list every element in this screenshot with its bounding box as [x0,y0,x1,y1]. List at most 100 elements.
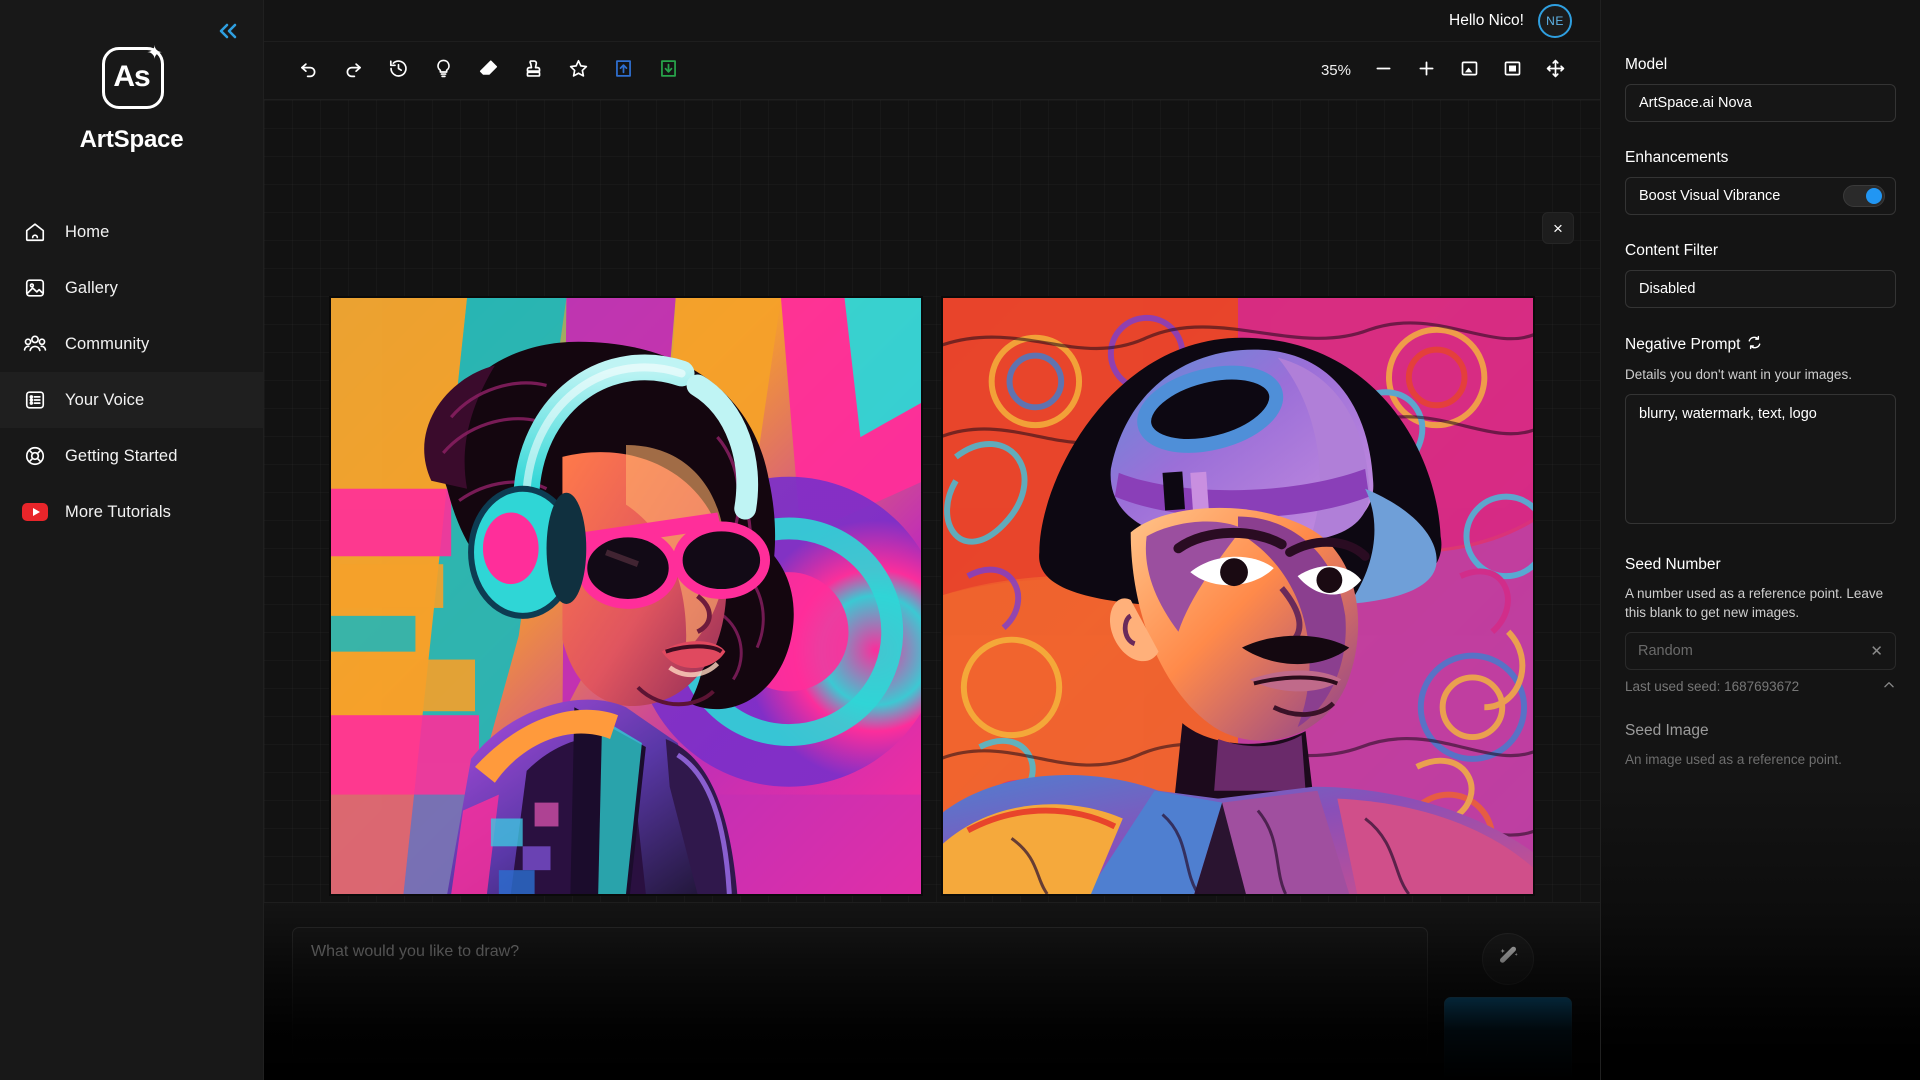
history-button[interactable] [382,54,415,87]
close-canvas-button[interactable]: × [1542,212,1574,244]
users-icon [22,331,48,357]
seed-number-placeholder: Random [1638,643,1693,660]
prompt-input[interactable] [292,927,1428,1059]
sidebar: As ✦ ArtSpace Home Gallery Community You… [0,0,264,1080]
clear-seed-icon[interactable]: ✕ [1870,642,1883,660]
magic-wand-icon [1496,945,1520,974]
sidebar-item-community[interactable]: Community [0,316,263,372]
boost-vibrance-toggle[interactable] [1843,185,1885,207]
redo-icon [343,58,364,84]
seed-image-label: Seed Image [1625,722,1709,740]
model-select[interactable]: ArtSpace.ai Nova [1625,84,1896,122]
canvas-area[interactable]: × [264,100,1600,1080]
center-column: Hello Nico! NE 35% × What would you like… [264,0,1600,1080]
sidebar-item-label: Home [65,222,110,241]
sidebar-item-your-voice[interactable]: Your Voice [0,372,263,428]
youtube-icon [22,499,48,525]
top-header: Hello Nico! NE [264,0,1600,42]
toolbar-right-group: 35% [1321,54,1572,87]
fit-image-button[interactable] [1453,54,1486,87]
model-group: Model ArtSpace.ai Nova [1625,56,1896,122]
last-used-seed-row[interactable]: Last used seed: 1687693672 [1625,678,1896,695]
zoom-level-label: 35% [1320,62,1351,79]
idea-icon [433,58,454,84]
enhancements-label: Enhancements [1625,149,1729,166]
star-icon [568,58,589,84]
sidebar-item-label: Your Voice [65,390,145,409]
model-label: Model [1625,56,1668,73]
sidebar-item-label: Community [65,334,150,353]
stamp-button[interactable] [517,54,550,87]
brand-name: ArtSpace [79,126,184,153]
sidebar-item-label: Gallery [65,278,118,297]
refresh-icon[interactable] [1747,335,1762,355]
chevron-up-icon[interactable] [1882,678,1896,695]
favorite-button[interactable] [562,54,595,87]
redo-button[interactable] [337,54,370,87]
sidebar-item-home[interactable]: Home [0,204,263,260]
enhancements-group: Enhancements Boost Visual Vibrance [1625,149,1896,215]
avatar[interactable]: NE [1538,3,1572,38]
idea-button[interactable] [427,54,460,87]
zoom-in-button[interactable] [1410,54,1443,87]
undo-button[interactable] [292,54,325,87]
seed-image-group: Seed Image An image used as a reference … [1625,722,1896,769]
negative-prompt-label-text: Negative Prompt [1625,336,1741,353]
sidebar-item-label: Getting Started [65,446,178,465]
undo-icon [298,58,319,84]
artwork-man-hat[interactable] [941,296,1535,896]
negative-prompt-description: Details you don't want in your images. [1625,367,1852,382]
generate-button[interactable] [1444,997,1572,1080]
boost-vibrance-row[interactable]: Boost Visual Vibrance [1625,177,1896,215]
negative-prompt-group: Negative Prompt Details you don't want i… [1625,335,1896,529]
download-button[interactable] [652,54,685,87]
prompt-bar [264,902,1600,1080]
zoom-out-icon [1373,58,1394,84]
artwork-woman-headphones[interactable] [329,296,923,896]
magic-prompt-button[interactable] [1482,933,1534,985]
sidebar-nav: Home Gallery Community Your Voice Gettin… [0,204,263,540]
sparkle-icon: ✦ [146,43,163,64]
editor-toolbar: 35% [264,42,1600,100]
seed-number-label: Seed Number [1625,556,1721,574]
fit-frame-button[interactable] [1496,54,1529,87]
sidebar-item-more-tutorials[interactable]: More Tutorials [0,484,263,540]
last-used-seed-text: Last used seed: 1687693672 [1625,679,1800,695]
list-icon [22,387,48,413]
zoom-in-icon [1416,58,1437,84]
seed-number-description: A number used as a reference point. Leav… [1625,586,1884,621]
content-filter-label: Content Filter [1625,242,1719,259]
greeting-text: Hello Nico! [1449,11,1524,29]
chevron-double-left-icon [215,21,241,41]
upload-button[interactable] [607,54,640,87]
seed-image-description: An image used as a reference point. [1625,752,1842,768]
upload-icon [613,58,634,84]
stamp-icon [523,58,544,84]
sidebar-item-getting-started[interactable]: Getting Started [0,428,263,484]
zoom-out-button[interactable] [1367,54,1400,87]
content-filter-group: Content Filter Disabled [1625,242,1896,308]
lifebuoy-icon [22,443,48,469]
image-icon [22,275,48,301]
seed-number-group: Seed Number A number used as a reference… [1625,556,1896,695]
sidebar-item-gallery[interactable]: Gallery [0,260,263,316]
content-filter-select[interactable]: Disabled [1625,270,1896,308]
eraser-button[interactable] [472,54,505,87]
home-icon [22,219,48,245]
pan-icon [1545,58,1566,84]
app-root: As ✦ ArtSpace Home Gallery Community You… [0,0,1920,1080]
history-icon [388,58,409,84]
prompt-actions [1444,927,1572,1080]
sidebar-collapse-button[interactable] [213,16,243,46]
download-icon [658,58,679,84]
toolbar-left-group [292,54,685,87]
artwork-results [264,296,1600,896]
fit-image-icon [1459,58,1480,84]
artspace-logo-icon: As ✦ [95,42,169,116]
boost-vibrance-label: Boost Visual Vibrance [1639,188,1781,204]
sidebar-item-label: More Tutorials [65,502,171,521]
negative-prompt-input[interactable] [1625,394,1896,525]
eraser-icon [478,58,499,84]
seed-number-input[interactable]: Random ✕ [1625,632,1896,671]
pan-button[interactable] [1539,54,1572,87]
